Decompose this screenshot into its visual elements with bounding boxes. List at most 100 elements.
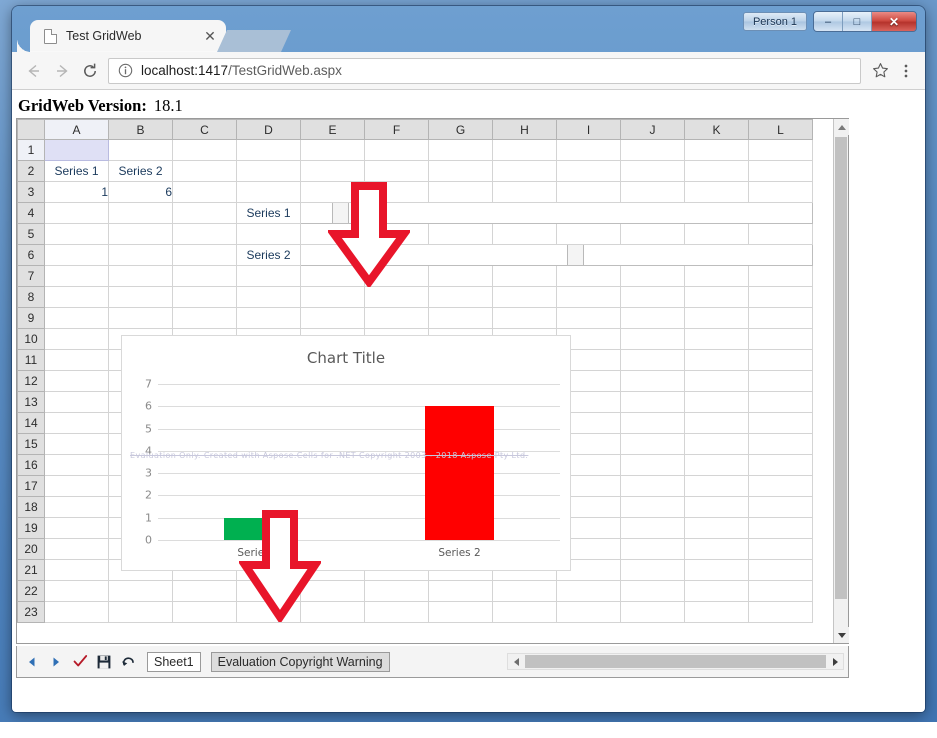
grid-cell-l23[interactable] — [748, 601, 813, 623]
grid-cell-l15[interactable] — [748, 433, 813, 455]
row-header-15[interactable]: 15 — [17, 433, 45, 455]
grid-cell-k7[interactable] — [684, 265, 749, 287]
grid-cell-a7[interactable] — [44, 265, 109, 287]
grid-cell-d1[interactable] — [236, 139, 301, 161]
grid-cell-e2[interactable] — [300, 160, 365, 182]
grid-cell-b9[interactable] — [108, 307, 173, 329]
grid-cell-k1[interactable] — [684, 139, 749, 161]
grid-cell-l14[interactable] — [748, 412, 813, 434]
row-header-21[interactable]: 21 — [17, 559, 45, 581]
grid-cell-j20[interactable] — [620, 538, 685, 560]
row-header-16[interactable]: 16 — [17, 454, 45, 476]
grid-cell-j8[interactable] — [620, 286, 685, 308]
grid-cell-e9[interactable] — [300, 307, 365, 329]
row-header-19[interactable]: 19 — [17, 517, 45, 539]
grid-cell-b7[interactable] — [108, 265, 173, 287]
grid-cell-a12[interactable] — [44, 370, 109, 392]
grid-cell-i8[interactable] — [556, 286, 621, 308]
grid-cell-d6[interactable]: Series 2 — [236, 244, 301, 266]
grid-cell-l7[interactable] — [748, 265, 813, 287]
grid-cell-k18[interactable] — [684, 496, 749, 518]
row-header-8[interactable]: 8 — [17, 286, 45, 308]
grid-cell-f1[interactable] — [364, 139, 429, 161]
grid-cell-k16[interactable] — [684, 454, 749, 476]
scroll-left-arrow-icon[interactable] — [508, 654, 524, 669]
grid-cell-d8[interactable] — [236, 286, 301, 308]
row-header-4[interactable]: 4 — [17, 202, 45, 224]
grid-cell-h5[interactable] — [492, 223, 557, 245]
window-maximize-button[interactable]: □ — [843, 12, 872, 31]
back-icon[interactable] — [20, 57, 48, 85]
row-header-11[interactable]: 11 — [17, 349, 45, 371]
column-header-e[interactable]: E — [300, 119, 365, 140]
scrollbar-control-thumb-row6[interactable] — [566, 245, 584, 265]
column-header-h[interactable]: H — [492, 119, 557, 140]
grid-cell-l8[interactable] — [748, 286, 813, 308]
site-info-icon[interactable] — [118, 63, 133, 78]
grid-cell-k14[interactable] — [684, 412, 749, 434]
grid-cell-h3[interactable] — [492, 181, 557, 203]
grid-cell-a10[interactable] — [44, 328, 109, 350]
row-header-7[interactable]: 7 — [17, 265, 45, 287]
grid-vertical-scrollbar[interactable] — [833, 119, 849, 643]
grid-cell-k9[interactable] — [684, 307, 749, 329]
grid-cell-c4[interactable] — [172, 202, 237, 224]
grid-cell-l5[interactable] — [748, 223, 813, 245]
column-header-k[interactable]: K — [684, 119, 749, 140]
grid-cell-a3[interactable]: 1 — [44, 181, 109, 203]
vertical-scroll-thumb[interactable] — [835, 137, 847, 599]
grid-cell-f9[interactable] — [364, 307, 429, 329]
row-header-14[interactable]: 14 — [17, 412, 45, 434]
grid-cell-d9[interactable] — [236, 307, 301, 329]
grid-cell-c3[interactable] — [172, 181, 237, 203]
column-header-c[interactable]: C — [172, 119, 237, 140]
grid-cell-h22[interactable] — [492, 580, 557, 602]
grid-cell-d3[interactable] — [236, 181, 301, 203]
grid-cell-k13[interactable] — [684, 391, 749, 413]
grid-cell-j1[interactable] — [620, 139, 685, 161]
grid-cell-i1[interactable] — [556, 139, 621, 161]
grid-cell-f22[interactable] — [364, 580, 429, 602]
row-header-2[interactable]: 2 — [17, 160, 45, 182]
column-header-g[interactable]: G — [428, 119, 493, 140]
grid-cell-g7[interactable] — [428, 265, 493, 287]
grid-cell-f8[interactable] — [364, 286, 429, 308]
grid-cell-k23[interactable] — [684, 601, 749, 623]
grid-cell-j18[interactable] — [620, 496, 685, 518]
grid-cell-h1[interactable] — [492, 139, 557, 161]
row-header-6[interactable]: 6 — [17, 244, 45, 266]
grid-cell-l11[interactable] — [748, 349, 813, 371]
grid-cell-a22[interactable] — [44, 580, 109, 602]
window-minimize-button[interactable]: – — [814, 12, 843, 31]
grid-cell-c1[interactable] — [172, 139, 237, 161]
save-icon[interactable] — [95, 652, 113, 672]
grid-cell-g22[interactable] — [428, 580, 493, 602]
grid-cell-a5[interactable] — [44, 223, 109, 245]
grid-cell-k22[interactable] — [684, 580, 749, 602]
previous-sheet-icon[interactable] — [23, 652, 41, 672]
grid-cell-j13[interactable] — [620, 391, 685, 413]
grid-cell-a16[interactable] — [44, 454, 109, 476]
browser-menu-icon[interactable] — [893, 58, 919, 84]
new-tab-button[interactable] — [217, 30, 291, 52]
bar-chart[interactable]: Chart Title 0 1 2 3 4 5 6 7 Series 1 Series 2 Eva… — [121, 335, 571, 571]
grid-cell-j3[interactable] — [620, 181, 685, 203]
grid-cell-j2[interactable] — [620, 160, 685, 182]
grid-cell-h2[interactable] — [492, 160, 557, 182]
grid-cell-g8[interactable] — [428, 286, 493, 308]
grid-cell-j17[interactable] — [620, 475, 685, 497]
row-header-9[interactable]: 9 — [17, 307, 45, 329]
grid-cell-c7[interactable] — [172, 265, 237, 287]
grid-cell-k21[interactable] — [684, 559, 749, 581]
grid-cell-b22[interactable] — [108, 580, 173, 602]
grid-select-all-corner[interactable] — [17, 119, 45, 140]
next-sheet-icon[interactable] — [47, 652, 65, 672]
grid-cell-j5[interactable] — [620, 223, 685, 245]
column-header-i[interactable]: I — [556, 119, 621, 140]
grid-cell-b1[interactable] — [108, 139, 173, 161]
grid-cell-a14[interactable] — [44, 412, 109, 434]
grid-cell-a2[interactable]: Series 1 — [44, 160, 109, 182]
grid-cell-c22[interactable] — [172, 580, 237, 602]
grid-cell-f2[interactable] — [364, 160, 429, 182]
grid-cell-i9[interactable] — [556, 307, 621, 329]
